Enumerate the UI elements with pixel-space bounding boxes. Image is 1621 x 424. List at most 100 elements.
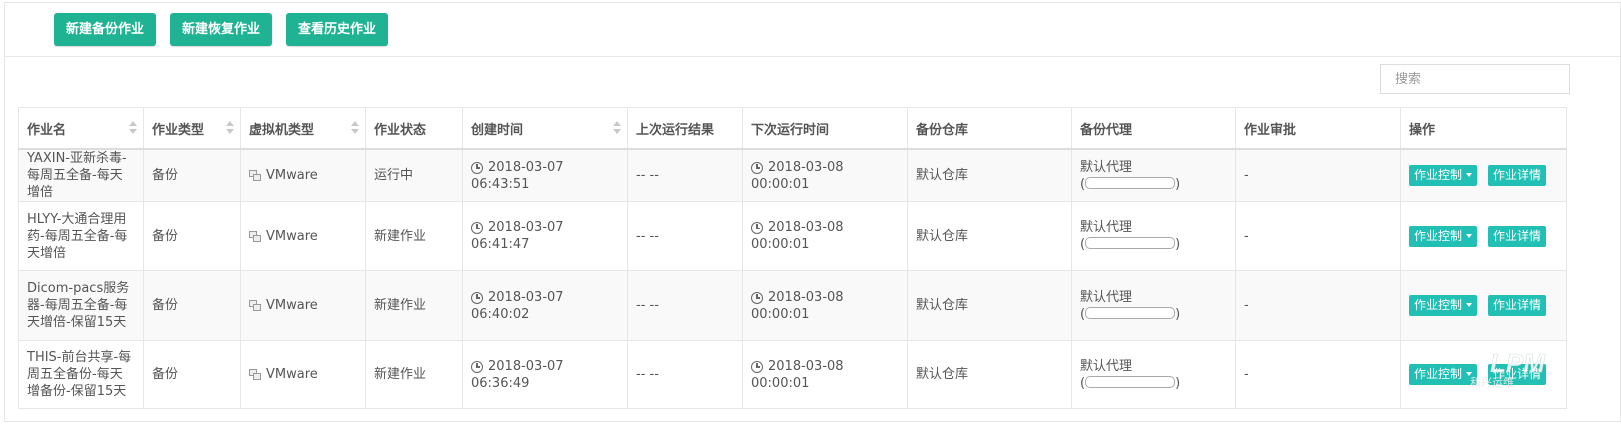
job-control-label: 作业控制 bbox=[1414, 367, 1463, 381]
agent-status-box bbox=[1085, 375, 1176, 388]
actions-cell: 作业控制 作业详情 bbox=[1400, 148, 1567, 202]
table-header-row: 作业名 作业类型 虚拟机类型 作业状态 创建时间 上次运行结果 下次运行时间 备… bbox=[18, 107, 1567, 150]
caret-down-icon bbox=[1466, 233, 1473, 238]
job-control-dropdown[interactable]: 作业控制 bbox=[1409, 225, 1478, 247]
column-header-label: 备份仓库 bbox=[916, 122, 969, 138]
sort-icon[interactable] bbox=[351, 121, 359, 135]
last-result-cell: -- -- bbox=[627, 201, 743, 271]
column-header-label: 备份代理 bbox=[1080, 122, 1133, 138]
column-header-label: 作业审批 bbox=[1244, 122, 1297, 138]
table-row: THIS-前台共享-每周五全备份-每天增备份-保留15天 备份 VMware 新… bbox=[18, 340, 1567, 409]
job-status-cell: 新建作业 bbox=[365, 270, 463, 341]
created-time-cell: 2018-03-07 06:40:02 bbox=[462, 270, 628, 341]
vm-type-label: VMware bbox=[266, 298, 318, 313]
caret-down-icon bbox=[1466, 173, 1473, 177]
column-header-agent: 备份代理 bbox=[1071, 107, 1236, 150]
last-result-cell: -- -- bbox=[627, 340, 743, 409]
column-header-label: 虚拟机类型 bbox=[249, 122, 315, 138]
column-header-job-status: 作业状态 bbox=[365, 107, 463, 150]
new-restore-job-button[interactable]: 新建恢复作业 bbox=[170, 13, 273, 46]
agent-name: 默认代理 bbox=[1080, 220, 1133, 235]
vm-icon bbox=[249, 230, 261, 242]
repository-cell: 默认仓库 bbox=[907, 340, 1072, 409]
next-run-value: 2018-03-08 00:00:01 bbox=[751, 220, 844, 252]
job-control-dropdown[interactable]: 作业控制 bbox=[1409, 295, 1478, 316]
sort-icon[interactable] bbox=[613, 121, 621, 135]
table-row: HLYY-大通合理用药-每周五全备-每天增倍 备份 VMware 新建作业 20… bbox=[18, 201, 1567, 271]
agent-name: 默认代理 bbox=[1080, 289, 1133, 305]
repository-cell: 默认仓库 bbox=[907, 201, 1072, 271]
last-result-cell: -- -- bbox=[627, 270, 743, 341]
view-history-jobs-button[interactable]: 查看历史作业 bbox=[286, 13, 389, 46]
created-time-value: 2018-03-07 06:36:49 bbox=[471, 358, 564, 391]
column-header-approval: 作业审批 bbox=[1235, 107, 1401, 150]
job-status-cell: 运行中 bbox=[365, 148, 463, 202]
job-control-label: 作业控制 bbox=[1414, 228, 1463, 243]
created-time-cell: 2018-03-07 06:36:49 bbox=[462, 340, 628, 409]
job-detail-button[interactable]: 作业详情 bbox=[1488, 225, 1547, 247]
job-name-cell: THIS-前台共享-每周五全备份-每天增备份-保留15天 bbox=[18, 340, 144, 409]
column-header-job-name[interactable]: 作业名 bbox=[18, 107, 144, 150]
approval-cell: - bbox=[1235, 270, 1401, 341]
job-name-cell: YAXIN-亚新杀毒-每周五全备-每天增倍 bbox=[18, 148, 144, 202]
repository-cell: 默认仓库 bbox=[907, 270, 1072, 341]
created-time-value: 2018-03-07 06:43:51 bbox=[471, 159, 564, 192]
vm-icon bbox=[249, 369, 261, 380]
column-header-actions: 操作 bbox=[1400, 107, 1567, 150]
table-row: Dicom-pacs服务器-每周五全备-每天增倍-保留15天 备份 VMware… bbox=[18, 270, 1567, 341]
job-control-dropdown[interactable]: 作业控制 bbox=[1409, 165, 1478, 186]
column-header-created-time[interactable]: 创建时间 bbox=[462, 107, 628, 150]
approval-cell: - bbox=[1235, 201, 1401, 271]
vm-type-label: VMware bbox=[266, 367, 318, 382]
column-header-label: 下次运行时间 bbox=[751, 122, 830, 138]
agent-cell: 默认代理() bbox=[1071, 201, 1236, 271]
job-status-cell: 新建作业 bbox=[365, 201, 463, 271]
job-detail-button[interactable]: 作业详情 bbox=[1488, 364, 1547, 385]
agent-status-box bbox=[1085, 176, 1176, 189]
created-time-value: 2018-03-07 06:40:02 bbox=[471, 289, 564, 322]
job-type-cell: 备份 bbox=[143, 148, 241, 202]
vm-type-cell: VMware bbox=[240, 340, 366, 409]
actions-cell: 作业控制 作业详情 bbox=[1400, 201, 1567, 271]
job-control-label: 作业控制 bbox=[1414, 298, 1463, 312]
vm-type-label: VMware bbox=[266, 168, 318, 183]
job-name-cell: HLYY-大通合理用药-每周五全备-每天增倍 bbox=[18, 201, 144, 271]
jobs-table: 作业名 作业类型 虚拟机类型 作业状态 创建时间 上次运行结果 下次运行时间 备… bbox=[18, 107, 1567, 409]
column-header-label: 操作 bbox=[1409, 122, 1436, 138]
job-type-cell: 备份 bbox=[143, 201, 241, 271]
agent-cell: 默认代理() bbox=[1071, 148, 1236, 202]
agent-name: 默认代理 bbox=[1080, 358, 1133, 374]
vm-icon bbox=[249, 300, 261, 311]
column-header-repository: 备份仓库 bbox=[907, 107, 1072, 150]
sort-icon[interactable] bbox=[129, 121, 137, 135]
column-header-label: 作业名 bbox=[27, 122, 67, 138]
job-detail-button[interactable]: 作业详情 bbox=[1488, 295, 1547, 316]
job-control-dropdown[interactable]: 作业控制 bbox=[1409, 364, 1478, 385]
clock-icon bbox=[471, 360, 483, 373]
column-header-vm-type[interactable]: 虚拟机类型 bbox=[240, 107, 366, 150]
clock-icon bbox=[471, 222, 483, 234]
column-header-label: 上次运行结果 bbox=[636, 122, 715, 138]
clock-icon bbox=[751, 222, 763, 234]
search-input[interactable] bbox=[1380, 64, 1570, 94]
column-header-label: 创建时间 bbox=[471, 122, 524, 138]
caret-down-icon bbox=[1466, 303, 1473, 307]
created-time-cell: 2018-03-07 06:43:51 bbox=[462, 148, 628, 202]
vm-icon bbox=[249, 170, 261, 181]
clock-icon bbox=[471, 161, 483, 174]
column-header-job-type[interactable]: 作业类型 bbox=[143, 107, 241, 150]
vm-type-cell: VMware bbox=[240, 201, 366, 271]
new-backup-job-button[interactable]: 新建备份作业 bbox=[54, 13, 157, 46]
vm-type-label: VMware bbox=[266, 228, 318, 244]
agent-status-box bbox=[1085, 237, 1176, 249]
approval-cell: - bbox=[1235, 340, 1401, 409]
next-run-value: 2018-03-08 00:00:01 bbox=[751, 159, 844, 192]
job-status-cell: 新建作业 bbox=[365, 340, 463, 409]
vm-type-cell: VMware bbox=[240, 148, 366, 202]
agent-name: 默认代理 bbox=[1080, 159, 1133, 175]
agent-status-box bbox=[1085, 306, 1176, 319]
job-name-cell: Dicom-pacs服务器-每周五全备-每天增倍-保留15天 bbox=[18, 270, 144, 341]
sort-icon[interactable] bbox=[226, 121, 234, 135]
vm-type-cell: VMware bbox=[240, 270, 366, 341]
job-detail-button[interactable]: 作业详情 bbox=[1488, 165, 1547, 186]
